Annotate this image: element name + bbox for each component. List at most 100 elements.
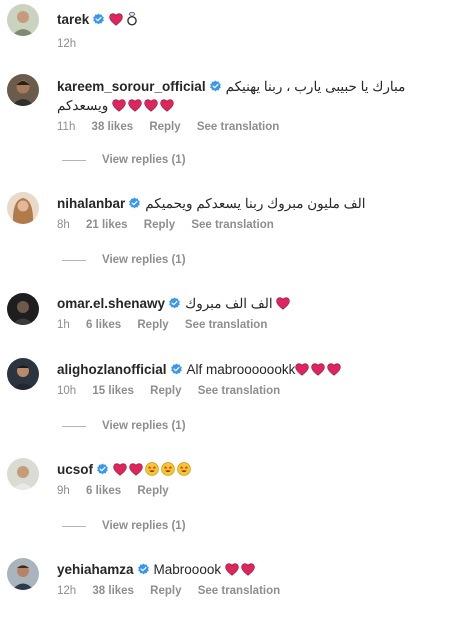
see-translation-button[interactable]: See translation	[197, 121, 279, 133]
comment-text-continued: ويسعدكم	[57, 96, 453, 115]
verified-badge-icon	[128, 197, 141, 210]
comment-body: kareem_sorour_official مبارك يا حبيبى يار…	[57, 77, 453, 133]
red-heart-icon	[276, 297, 290, 310]
avatar[interactable]	[7, 192, 39, 224]
comment-body: omar.el.shenawy الف الف مبروك 1h 6 likes …	[57, 294, 453, 331]
likes-count[interactable]: 38 likes	[92, 585, 134, 597]
likes-count[interactable]: 6 likes	[86, 319, 121, 331]
avatar[interactable]	[7, 74, 39, 106]
view-replies-label: View replies (1)	[102, 420, 186, 432]
red-heart-icon	[112, 99, 126, 112]
comment-time: 12h	[57, 585, 77, 597]
reply-button[interactable]: Reply	[144, 219, 175, 231]
comment-line: ucsof	[57, 460, 453, 479]
comment-meta: 10h 15 likes Reply See translation	[57, 385, 453, 397]
username[interactable]: ucsof	[57, 462, 93, 477]
view-replies-label: View replies (1)	[102, 254, 186, 266]
comment-time: 12h	[57, 38, 77, 50]
reply-button[interactable]: Reply	[149, 121, 180, 133]
username[interactable]: alighozlanofficial	[57, 362, 167, 377]
comment-time: 11h	[57, 121, 76, 133]
comment-line: kareem_sorour_official مبارك يا حبيبى يار…	[57, 77, 453, 96]
comment-time: 8h	[57, 219, 70, 231]
replies-divider	[62, 425, 86, 427]
see-translation-button[interactable]: See translation	[191, 219, 273, 231]
comment-time: 1h	[57, 319, 70, 331]
verified-badge-icon	[209, 80, 222, 93]
comment-body: yehiahamza Mabrooook 12h 38 likes Reply S…	[57, 560, 453, 597]
comment-time: 10h	[57, 385, 77, 397]
username[interactable]: tarek	[57, 12, 89, 27]
username[interactable]: yehiahamza	[57, 562, 134, 577]
comment-line: nihalanbar الف مليون مبروك ربنا يسعدكم وي…	[57, 194, 453, 213]
comment-meta: 1h 6 likes Reply See translation	[57, 319, 453, 331]
username[interactable]: nihalanbar	[57, 196, 125, 211]
reply-button[interactable]: Reply	[137, 485, 168, 497]
comment-meta: 8h 21 likes Reply See translation	[57, 219, 453, 231]
replies-divider	[62, 525, 86, 527]
comment-line: alighozlanofficial Alf mabrooooookk	[57, 360, 453, 379]
star-struck-icon	[161, 462, 175, 476]
comment-body: alighozlanofficial Alf mabrooooookk 10h 1…	[57, 360, 453, 397]
red-heart-icon	[113, 463, 127, 476]
red-heart-icon	[160, 99, 174, 112]
comment-body: tarek 12h	[57, 10, 453, 50]
username[interactable]: kareem_sorour_official	[57, 79, 206, 94]
likes-count[interactable]: 6 likes	[86, 485, 121, 497]
red-heart-icon	[128, 99, 142, 112]
view-replies-button[interactable]: View replies (1)	[62, 420, 186, 432]
diamond-ring-icon	[125, 12, 139, 26]
reply-button[interactable]: Reply	[150, 585, 181, 597]
verified-badge-icon	[137, 563, 150, 576]
comment-line: tarek	[57, 10, 453, 29]
red-heart-icon	[327, 363, 341, 376]
comment-meta: 11h 38 likes Reply See translation	[57, 121, 453, 133]
comment-text: مبارك يا حبيبى يارب ، ربنا يهنيكم	[225, 79, 406, 94]
view-replies-label: View replies (1)	[102, 154, 186, 166]
comment-meta: 9h 6 likes Reply	[57, 485, 453, 497]
red-heart-icon	[225, 563, 239, 576]
see-translation-button[interactable]: See translation	[185, 319, 267, 331]
reply-button[interactable]: Reply	[137, 319, 168, 331]
likes-count[interactable]: 21 likes	[86, 219, 128, 231]
comment-body: ucsof 9h 6 likes Reply	[57, 460, 453, 497]
red-heart-icon	[241, 563, 255, 576]
red-heart-icon	[295, 363, 309, 376]
replies-divider	[62, 259, 86, 261]
comment-meta: 12h 38 likes Reply See translation	[57, 585, 453, 597]
star-struck-icon	[145, 462, 159, 476]
replies-divider	[62, 159, 86, 161]
comment-text: الف الف مبروك	[185, 296, 273, 311]
comment-text-line2: ويسعدكم	[57, 98, 109, 113]
verified-badge-icon	[170, 363, 183, 376]
comment-line: omar.el.shenawy الف الف مبروك	[57, 294, 453, 313]
avatar[interactable]	[7, 558, 39, 590]
likes-count[interactable]: 38 likes	[92, 121, 134, 133]
red-heart-icon	[144, 99, 158, 112]
avatar[interactable]	[7, 358, 39, 390]
comment-body: nihalanbar الف مليون مبروك ربنا يسعدكم وي…	[57, 194, 453, 231]
verified-badge-icon	[96, 463, 109, 476]
comment-text: Mabrooook	[153, 562, 222, 577]
star-struck-icon	[177, 462, 191, 476]
comment-text: Alf mabrooooookk	[186, 362, 296, 377]
see-translation-button[interactable]: See translation	[198, 585, 280, 597]
reply-button[interactable]: Reply	[150, 385, 181, 397]
comment-meta: 12h	[57, 38, 453, 50]
avatar[interactable]	[7, 4, 39, 36]
likes-count[interactable]: 15 likes	[92, 385, 134, 397]
comment-text: الف مليون مبروك ربنا يسعدكم ويحميكم	[145, 196, 366, 211]
avatar[interactable]	[7, 458, 39, 490]
view-replies-button[interactable]: View replies (1)	[62, 154, 186, 166]
verified-badge-icon	[168, 297, 181, 310]
view-replies-button[interactable]: View replies (1)	[62, 520, 186, 532]
see-translation-button[interactable]: See translation	[198, 385, 280, 397]
view-replies-label: View replies (1)	[102, 520, 186, 532]
comment-time: 9h	[57, 485, 70, 497]
username[interactable]: omar.el.shenawy	[57, 296, 165, 311]
red-heart-icon	[109, 13, 123, 26]
avatar[interactable]	[7, 293, 39, 325]
red-heart-icon	[129, 463, 143, 476]
view-replies-button[interactable]: View replies (1)	[62, 254, 186, 266]
verified-badge-icon	[92, 13, 105, 26]
